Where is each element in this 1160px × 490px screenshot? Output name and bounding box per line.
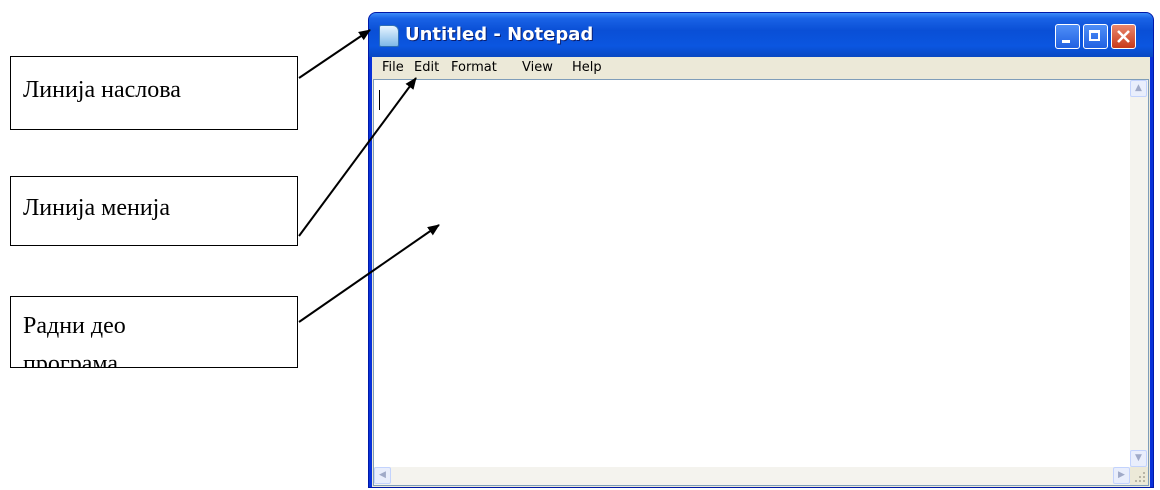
arrow-to-work-area (298, 224, 440, 323)
arrow-to-title-bar (298, 29, 371, 79)
annotation-arrows (298, 29, 440, 323)
arrow-to-menu-bar (298, 77, 417, 237)
